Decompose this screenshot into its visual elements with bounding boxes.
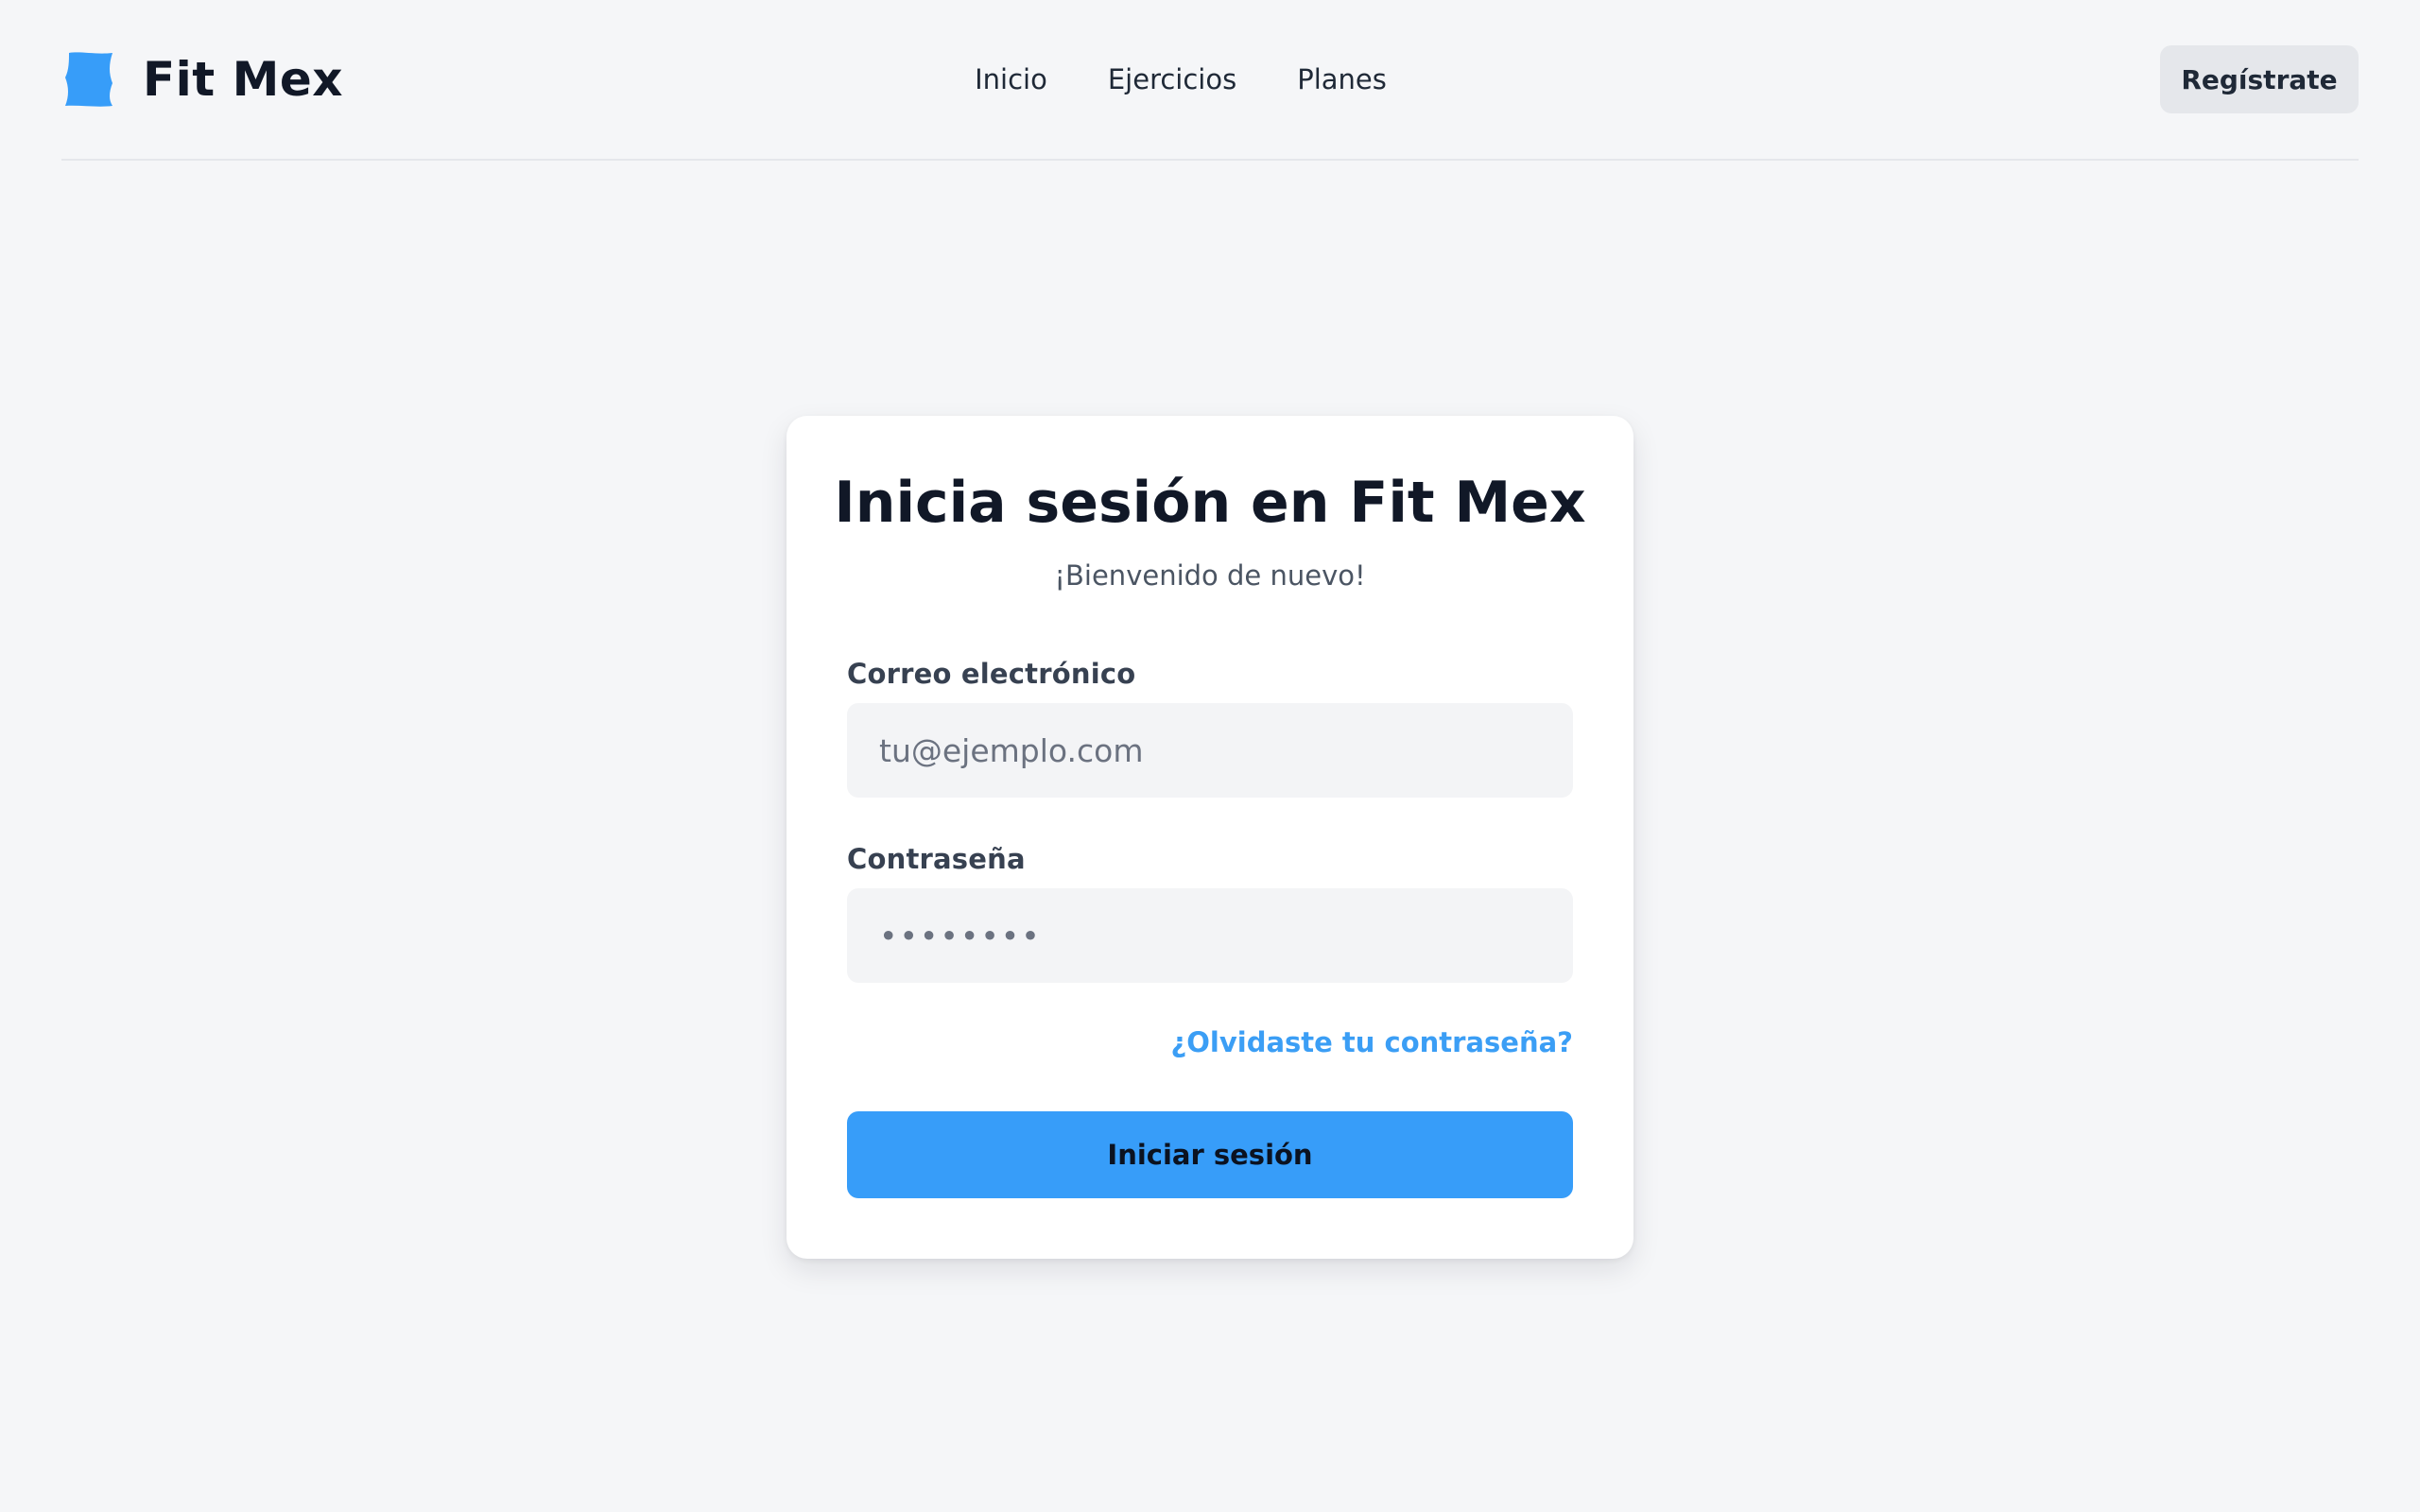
login-title: Inicia sesión en Fit Mex xyxy=(834,470,1586,536)
site-header: Fit Mex Inicio Ejercicios Planes Regístr… xyxy=(61,0,2359,161)
email-field[interactable] xyxy=(847,703,1573,798)
login-card: Inicia sesión en Fit Mex ¡Bienvenido de … xyxy=(786,416,1634,1259)
fit-mex-logo-icon xyxy=(65,52,112,107)
nav-link-ejercicios[interactable]: Ejercicios xyxy=(1108,63,1236,95)
password-field[interactable] xyxy=(847,888,1573,983)
forgot-password-link[interactable]: ¿Olvidaste tu contraseña? xyxy=(1170,1026,1573,1058)
nav-link-planes[interactable]: Planes xyxy=(1297,63,1387,95)
main-nav: Inicio Ejercicios Planes xyxy=(975,45,1387,113)
register-button[interactable]: Regístrate xyxy=(2160,45,2359,113)
brand[interactable]: Fit Mex xyxy=(61,45,343,113)
nav-link-inicio[interactable]: Inicio xyxy=(975,63,1047,95)
password-label: Contraseña xyxy=(847,843,1026,875)
login-submit-button[interactable]: Iniciar sesión xyxy=(847,1111,1573,1198)
login-subtitle: ¡Bienvenido de nuevo! xyxy=(1054,559,1366,592)
brand-name: Fit Mex xyxy=(143,52,344,107)
email-label: Correo electrónico xyxy=(847,658,1136,690)
